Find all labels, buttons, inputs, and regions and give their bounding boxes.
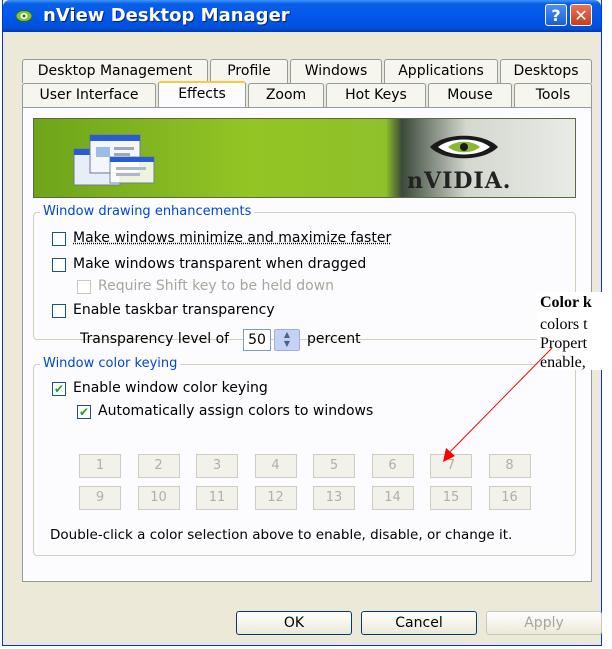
apply-button[interactable]: Apply	[486, 611, 602, 635]
color-cell-6[interactable]: 6	[371, 454, 414, 478]
tab-applications[interactable]: Applications	[384, 59, 498, 83]
annotation-line-1: colors t	[540, 316, 588, 333]
window-title: nView Desktop Manager	[43, 5, 290, 26]
enable-color-keying-label[interactable]: Enable window color keying	[73, 380, 268, 396]
tab-profile[interactable]: Profile	[210, 59, 288, 83]
help-button[interactable]: ?	[545, 4, 567, 26]
transparent-drag-label[interactable]: Make windows transparent when dragged	[73, 256, 366, 272]
transparency-spinner[interactable]: ▲ ▼	[274, 329, 300, 351]
window-stack-icon	[73, 134, 155, 186]
color-cell-11[interactable]: 11	[196, 486, 238, 510]
transparency-level-input[interactable]: 50	[243, 329, 271, 351]
close-button[interactable]: ✕	[570, 4, 592, 26]
color-cell-13[interactable]: 13	[313, 486, 355, 510]
enable-color-keying-checkbox[interactable]: ✔	[52, 382, 66, 396]
tab-zoom[interactable]: Zoom	[248, 83, 324, 107]
color-keying-group-label: Window color keying	[40, 356, 181, 371]
require-shift-checkbox[interactable]	[77, 280, 91, 294]
nvidia-brand-text: nVIDIA.	[407, 168, 512, 194]
tab-effects[interactable]: Effects	[158, 81, 246, 107]
color-cell-14[interactable]: 14	[371, 486, 414, 510]
title-bar[interactable]: nView Desktop Manager ? ✕	[3, 0, 601, 32]
color-help-text: Double-click a color selection above to …	[50, 527, 513, 543]
annotation-title: Color k	[540, 294, 592, 311]
color-cell-1[interactable]: 1	[79, 454, 121, 478]
color-cell-8[interactable]: 8	[488, 454, 531, 478]
minimize-maximize-checkbox[interactable]	[52, 232, 66, 246]
tab-mouse[interactable]: Mouse	[428, 83, 512, 107]
percent-label: percent	[307, 331, 361, 347]
color-cell-4[interactable]: 4	[254, 454, 297, 478]
spin-down-icon[interactable]: ▼	[275, 339, 299, 348]
auto-assign-colors-checkbox[interactable]: ✔	[77, 405, 91, 419]
taskbar-transparency-label[interactable]: Enable taskbar transparency	[73, 302, 275, 318]
color-cell-15[interactable]: 15	[430, 486, 472, 510]
tab-hot-keys[interactable]: Hot Keys	[326, 83, 426, 107]
cancel-button[interactable]: Cancel	[361, 611, 477, 635]
spin-up-icon[interactable]: ▲	[275, 330, 299, 339]
color-cell-7[interactable]: 7	[430, 454, 472, 478]
minimize-maximize-label[interactable]: Make windows minimize and maximize faste…	[73, 230, 391, 246]
tab-user-interface[interactable]: User Interface	[22, 83, 156, 107]
color-cell-12[interactable]: 12	[254, 486, 297, 510]
color-cell-9[interactable]: 9	[79, 486, 121, 510]
require-shift-label[interactable]: Require Shift key to be held down	[98, 278, 334, 294]
nview-app-icon	[15, 10, 33, 22]
color-cell-16[interactable]: 16	[488, 486, 531, 510]
ok-button[interactable]: OK	[236, 611, 352, 635]
drawing-group-label: Window drawing enhancements	[40, 204, 255, 219]
nvidia-eye-logo-icon	[430, 135, 498, 159]
annotation-line-2: Propert	[540, 335, 588, 352]
color-cell-10[interactable]: 10	[137, 486, 180, 510]
tab-tools[interactable]: Tools	[514, 83, 592, 107]
tab-desktop-management[interactable]: Desktop Management	[22, 59, 208, 83]
transparent-drag-checkbox[interactable]	[52, 258, 66, 272]
tab-desktops[interactable]: Desktops	[500, 59, 592, 83]
tab-windows[interactable]: Windows	[290, 59, 382, 83]
color-cell-3[interactable]: 3	[196, 454, 238, 478]
auto-assign-colors-label[interactable]: Automatically assign colors to windows	[98, 403, 373, 419]
annotation-line-3: enable,	[540, 354, 586, 371]
color-cell-5[interactable]: 5	[313, 454, 355, 478]
transparency-level-label: Transparency level of	[80, 331, 230, 347]
color-cell-2[interactable]: 2	[137, 454, 180, 478]
taskbar-transparency-checkbox[interactable]	[52, 304, 66, 318]
